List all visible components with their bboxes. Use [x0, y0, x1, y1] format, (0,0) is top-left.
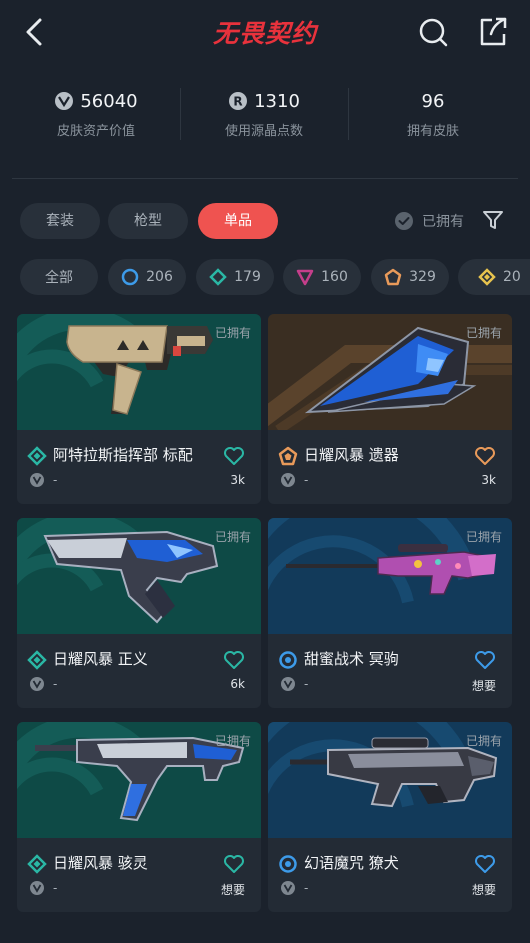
skin-card[interactable]: 已拥有 日耀风暴 遗器 - 3k [268, 314, 512, 504]
valorant-points-icon [281, 677, 295, 691]
owned-tag: 已拥有 [465, 326, 502, 340]
valorant-points-icon [30, 881, 44, 895]
price-text: - [53, 881, 58, 895]
valorant-points-icon [55, 92, 74, 110]
chip-tier-deluxe[interactable]: 179 [196, 259, 274, 295]
chip-tier-ultra[interactable]: 20 [458, 259, 530, 295]
svg-text:R: R [233, 95, 242, 109]
chip-label: 179 [234, 269, 261, 285]
wishlist-count: 想要 [220, 883, 245, 897]
skin-card[interactable]: 已拥有 甜蜜战术 冥驹 - 想要 [268, 518, 512, 708]
tier-select-icon [279, 855, 297, 873]
skin-name: 日耀风暴 正义 [53, 650, 148, 668]
valorant-points-icon [30, 473, 44, 487]
stat-value: 96 [421, 90, 445, 112]
stat-value: 56040 [80, 90, 138, 112]
radianite-icon: R [229, 92, 248, 110]
divider [12, 178, 518, 179]
owned-filter-toggle[interactable]: 已拥有 [394, 208, 464, 234]
price-text: - [304, 473, 309, 487]
tier-deluxe-icon [27, 650, 47, 670]
filter-icon [483, 211, 503, 229]
tier-select-icon [121, 268, 139, 286]
share-button[interactable] [474, 12, 512, 50]
tab-weapon-types[interactable]: 枪型 [108, 203, 188, 239]
heart-icon[interactable] [474, 650, 496, 670]
chip-label: 160 [321, 269, 348, 285]
chip-tier-select[interactable]: 206 [108, 259, 186, 295]
wishlist-count: 想要 [471, 883, 496, 897]
app-header: 无畏契约 [0, 0, 530, 64]
chip-label: 329 [409, 269, 436, 285]
wishlist-count: 3k [481, 473, 496, 487]
stat-label: 皮肤资产价值 [56, 124, 135, 139]
chip-label: 20 [503, 269, 521, 285]
tab-bundles[interactable]: 套装 [20, 203, 100, 239]
price-text: - [304, 677, 309, 691]
valorant-points-icon [30, 677, 44, 691]
filter-button[interactable] [478, 205, 508, 235]
stat-label: 拥有皮肤 [406, 124, 459, 139]
skin-card[interactable]: 已拥有 日耀风暴 骇灵 - 想要 [17, 722, 261, 912]
tier-select-icon [279, 651, 297, 669]
tier-exclusive-icon [384, 268, 402, 286]
wishlist-count: 3k [230, 473, 245, 487]
skin-card[interactable]: 已拥有 阿特拉斯指挥部 标配 - 3k [17, 314, 261, 504]
tier-premium-icon [296, 269, 314, 286]
stat-asset-value: 56040 皮肤资产价值 [12, 86, 180, 139]
heart-icon[interactable] [474, 446, 496, 466]
valorant-points-icon [281, 473, 295, 487]
price-text: - [53, 473, 58, 487]
stat-radianite-points: R 1310 使用源晶点数 [180, 86, 348, 140]
skin-card[interactable]: 已拥有 幻语魔咒 獠犬 - 想要 [268, 722, 512, 912]
chip-label: 206 [146, 269, 173, 285]
owned-filter-label: 已拥有 [422, 214, 464, 230]
search-button[interactable] [414, 13, 452, 51]
heart-icon[interactable] [223, 854, 245, 874]
stats-panel: 56040 皮肤资产价值 R 1310 使用源晶点数 96 拥有皮肤 [0, 70, 530, 170]
tier-deluxe-icon [209, 268, 227, 286]
share-icon [480, 17, 507, 46]
search-icon [419, 18, 448, 47]
owned-tag: 已拥有 [214, 530, 251, 544]
heart-icon[interactable] [223, 650, 245, 670]
chip-all[interactable]: 全部 [20, 259, 98, 295]
stat-owned-skins: 96 拥有皮肤 [349, 86, 517, 140]
valorant-points-icon [281, 881, 295, 895]
price-text: - [304, 881, 309, 895]
skin-name: 幻语魔咒 獠犬 [304, 854, 399, 872]
skin-name: 日耀风暴 骇灵 [53, 854, 148, 872]
check-circle-icon [395, 212, 413, 230]
stat-label: 使用源晶点数 [224, 124, 303, 139]
tier-deluxe-icon [27, 446, 47, 466]
tier-ultra-icon [478, 268, 496, 286]
tab-single-items[interactable]: 单品 [198, 203, 278, 239]
stat-value: 1310 [254, 90, 300, 112]
chip-tier-premium[interactable]: 160 [283, 259, 361, 295]
owned-tag: 已拥有 [465, 530, 502, 544]
wishlist-count: 6k [230, 677, 245, 691]
skin-card[interactable]: 已拥有 日耀风暴 正义 - 6k [17, 518, 261, 708]
heart-icon[interactable] [223, 446, 245, 466]
wishlist-count: 想要 [471, 679, 496, 693]
skin-name: 日耀风暴 遗器 [304, 446, 399, 464]
heart-icon[interactable] [474, 854, 496, 874]
skin-name: 阿特拉斯指挥部 标配 [53, 446, 193, 464]
skin-name: 甜蜜战术 冥驹 [304, 650, 399, 668]
chip-tier-exclusive[interactable]: 329 [371, 259, 449, 295]
tier-deluxe-icon [27, 854, 47, 874]
owned-tag: 已拥有 [214, 734, 251, 748]
tier-exclusive-icon [278, 446, 298, 466]
owned-tag: 已拥有 [465, 734, 502, 748]
chip-label: 全部 [45, 270, 73, 286]
owned-tag: 已拥有 [214, 326, 251, 340]
price-text: - [53, 677, 58, 691]
